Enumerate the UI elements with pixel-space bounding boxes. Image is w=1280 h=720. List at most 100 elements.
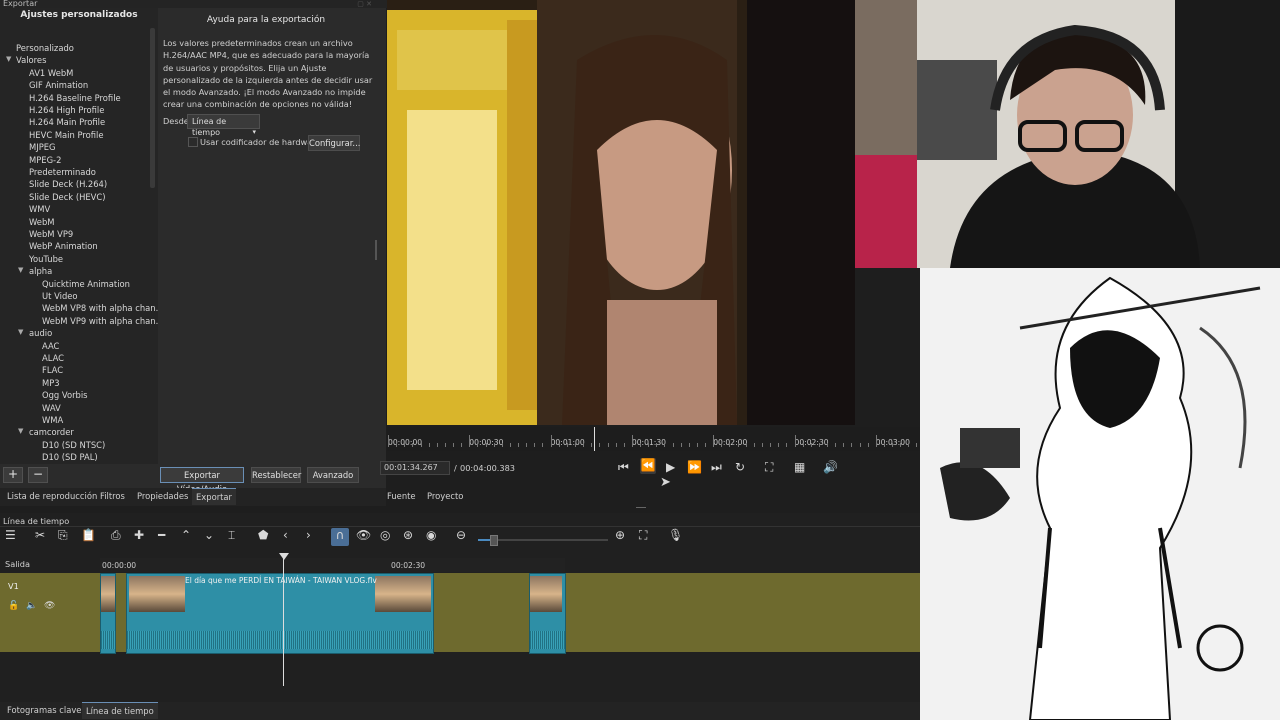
splitter-handle[interactable] bbox=[375, 240, 377, 260]
preset-item[interactable]: D10 (SD PAL) bbox=[42, 451, 98, 463]
preset-item[interactable]: HEVC Main Profile bbox=[29, 129, 104, 141]
preset-item[interactable]: Quicktime Animation bbox=[42, 278, 130, 290]
preset-item[interactable]: WebM VP9 bbox=[29, 228, 73, 240]
preset-item[interactable]: YouTube bbox=[29, 253, 63, 265]
marker-icon[interactable]: ⬟ bbox=[258, 528, 268, 542]
timeline-ruler[interactable]: 00:00:00 00:02:30 bbox=[100, 558, 565, 572]
preset-item[interactable]: AV1 WebM bbox=[29, 67, 73, 79]
preset-item[interactable]: Ogg Vorbis bbox=[42, 389, 88, 401]
paste-icon[interactable]: 📋 bbox=[81, 528, 96, 542]
split-icon[interactable]: ⌶ bbox=[228, 528, 235, 543]
preset-item[interactable]: H.264 Main Profile bbox=[29, 116, 105, 128]
preset-item[interactable]: Slide Deck (HEVC) bbox=[29, 191, 106, 203]
export-video-button[interactable]: Exportar Vídeo/Audio bbox=[160, 467, 244, 494]
preset-item[interactable]: Valores bbox=[16, 54, 46, 66]
tab-source[interactable]: Fuente bbox=[383, 488, 420, 504]
preset-item[interactable]: MPEG-2 bbox=[29, 154, 61, 166]
hw-encoder-checkbox[interactable] bbox=[188, 137, 198, 147]
zoom-in-icon[interactable]: ⊕ bbox=[615, 528, 625, 542]
tab-properties[interactable]: Propiedades bbox=[133, 488, 192, 504]
preset-item[interactable]: WAV bbox=[42, 402, 61, 414]
clip[interactable] bbox=[529, 573, 566, 654]
add-preset-button[interactable]: + bbox=[3, 467, 23, 483]
preset-item[interactable]: ALAC bbox=[42, 352, 64, 364]
remove-icon[interactable]: ━ bbox=[158, 528, 165, 542]
current-time-field[interactable]: 00:01:34.267 bbox=[380, 461, 450, 475]
skip-to-start-icon[interactable]: ⏮ bbox=[618, 460, 629, 475]
chevron-down-icon[interactable]: ▼ bbox=[18, 266, 23, 274]
record-audio-icon[interactable]: 🎙 bbox=[668, 528, 683, 542]
zoom-slider[interactable] bbox=[478, 535, 608, 546]
dock-grip[interactable] bbox=[636, 507, 646, 508]
preset-item[interactable]: MJPEG bbox=[29, 141, 56, 153]
add-icon[interactable]: ✚ bbox=[134, 528, 144, 542]
reset-button[interactable]: Restablecer bbox=[251, 467, 301, 483]
play-icon[interactable]: ▶ bbox=[666, 460, 675, 474]
next-marker-icon[interactable]: › bbox=[306, 528, 311, 542]
preset-item[interactable]: GIF Animation bbox=[29, 79, 88, 91]
previous-marker-icon[interactable]: ‹ bbox=[283, 528, 288, 542]
chevron-down-icon[interactable]: ▼ bbox=[6, 55, 11, 63]
lift-icon[interactable]: ⌃ bbox=[181, 528, 191, 542]
cut-icon[interactable]: ✂ bbox=[35, 528, 45, 542]
preset-item[interactable]: WebM VP8 with alpha chan... bbox=[42, 302, 158, 314]
copy-icon[interactable]: ⎘ bbox=[58, 528, 68, 543]
tab-keyframes[interactable]: Fotogramas clave bbox=[3, 702, 85, 718]
preset-item[interactable]: Predeterminado bbox=[29, 166, 96, 178]
overwrite-icon[interactable]: ⌄ bbox=[204, 528, 214, 542]
eye-icon[interactable]: 👁 bbox=[44, 601, 55, 611]
snap-icon[interactable]: ∩ bbox=[331, 528, 349, 546]
preset-item[interactable]: H.264 Baseline Profile bbox=[29, 92, 121, 104]
video-preview[interactable] bbox=[387, 0, 855, 425]
player-ruler[interactable]: 00:00:0000:00:3000:01:0000:01:3000:02:00… bbox=[387, 427, 920, 451]
preset-item[interactable]: audio bbox=[29, 327, 52, 339]
tab-export[interactable]: Exportar bbox=[192, 488, 236, 505]
tab-project[interactable]: Proyecto bbox=[423, 488, 467, 504]
zoom-fit-icon[interactable]: ⛶ bbox=[765, 460, 773, 475]
zoom-slider-handle[interactable] bbox=[490, 535, 498, 546]
preset-item[interactable]: alpha bbox=[29, 265, 52, 277]
loop-icon[interactable]: ↻ bbox=[735, 460, 745, 474]
ripple-all-icon[interactable]: ⊛ bbox=[403, 528, 413, 542]
from-select[interactable]: Línea de tiempo ▾ bbox=[187, 114, 260, 137]
preset-item[interactable]: WMV bbox=[29, 203, 50, 215]
volume-icon[interactable]: 🔊 bbox=[823, 460, 838, 474]
timeline-playhead[interactable] bbox=[283, 558, 284, 686]
preset-item[interactable]: D10 (SD NTSC) bbox=[42, 439, 105, 451]
preset-item[interactable]: WMA bbox=[42, 414, 63, 426]
clip[interactable]: El día que me PERDÍ EN TAIWÁN - TAIWAN V… bbox=[126, 573, 434, 654]
chevron-down-icon[interactable]: ▼ bbox=[18, 427, 23, 435]
preset-item[interactable]: Personalizado bbox=[16, 42, 74, 54]
tab-timeline[interactable]: Línea de tiempo bbox=[82, 702, 158, 719]
configure-button[interactable]: Configurar... bbox=[308, 135, 360, 151]
window-controls[interactable]: ▢ ✕ bbox=[357, 0, 372, 8]
ripple-icon[interactable]: ◎ bbox=[380, 528, 390, 542]
tab-filters[interactable]: Filtros bbox=[96, 488, 129, 504]
append-icon[interactable]: ⎙ bbox=[111, 528, 121, 543]
lock-icon[interactable]: 🔓 bbox=[8, 601, 19, 611]
preset-item[interactable]: WebM bbox=[29, 216, 54, 228]
ripple-markers-icon[interactable]: ◉ bbox=[426, 528, 436, 542]
fast-forward-icon[interactable]: ⏩ bbox=[687, 460, 702, 474]
presets-tree[interactable]: Ajustes personalizados Personalizado ▼ Val… bbox=[0, 8, 158, 464]
tab-playlist[interactable]: Lista de reproducción bbox=[3, 488, 101, 504]
track-header-v1[interactable]: V1 🔓 🔈 👁 bbox=[0, 573, 100, 652]
zoom-fit-timeline-icon[interactable]: ⛶ bbox=[639, 528, 647, 543]
preset-item[interactable]: FLAC bbox=[42, 364, 63, 376]
player-playhead[interactable] bbox=[593, 427, 595, 451]
preset-item[interactable]: WebP Animation bbox=[29, 240, 98, 252]
preset-item[interactable]: camcorder bbox=[29, 426, 74, 438]
preset-item[interactable]: H.264 High Profile bbox=[29, 104, 104, 116]
mute-icon[interactable]: 🔈 bbox=[26, 601, 37, 611]
preset-item[interactable]: Slide Deck (H.264) bbox=[29, 178, 107, 190]
preset-item[interactable]: AAC bbox=[42, 340, 59, 352]
preset-item[interactable]: WebM VP9 with alpha chan... bbox=[42, 315, 158, 327]
advanced-button[interactable]: Avanzado bbox=[307, 467, 359, 483]
menu-icon[interactable]: ☰ bbox=[5, 528, 16, 542]
chevron-down-icon[interactable]: ▼ bbox=[18, 328, 23, 336]
presets-scrollbar[interactable] bbox=[150, 28, 155, 188]
preset-item[interactable]: MP3 bbox=[42, 377, 60, 389]
remove-preset-button[interactable]: − bbox=[28, 467, 48, 483]
skip-to-end-icon[interactable]: ⏭ bbox=[711, 460, 722, 475]
zoom-out-icon[interactable]: ⊖ bbox=[456, 528, 466, 542]
